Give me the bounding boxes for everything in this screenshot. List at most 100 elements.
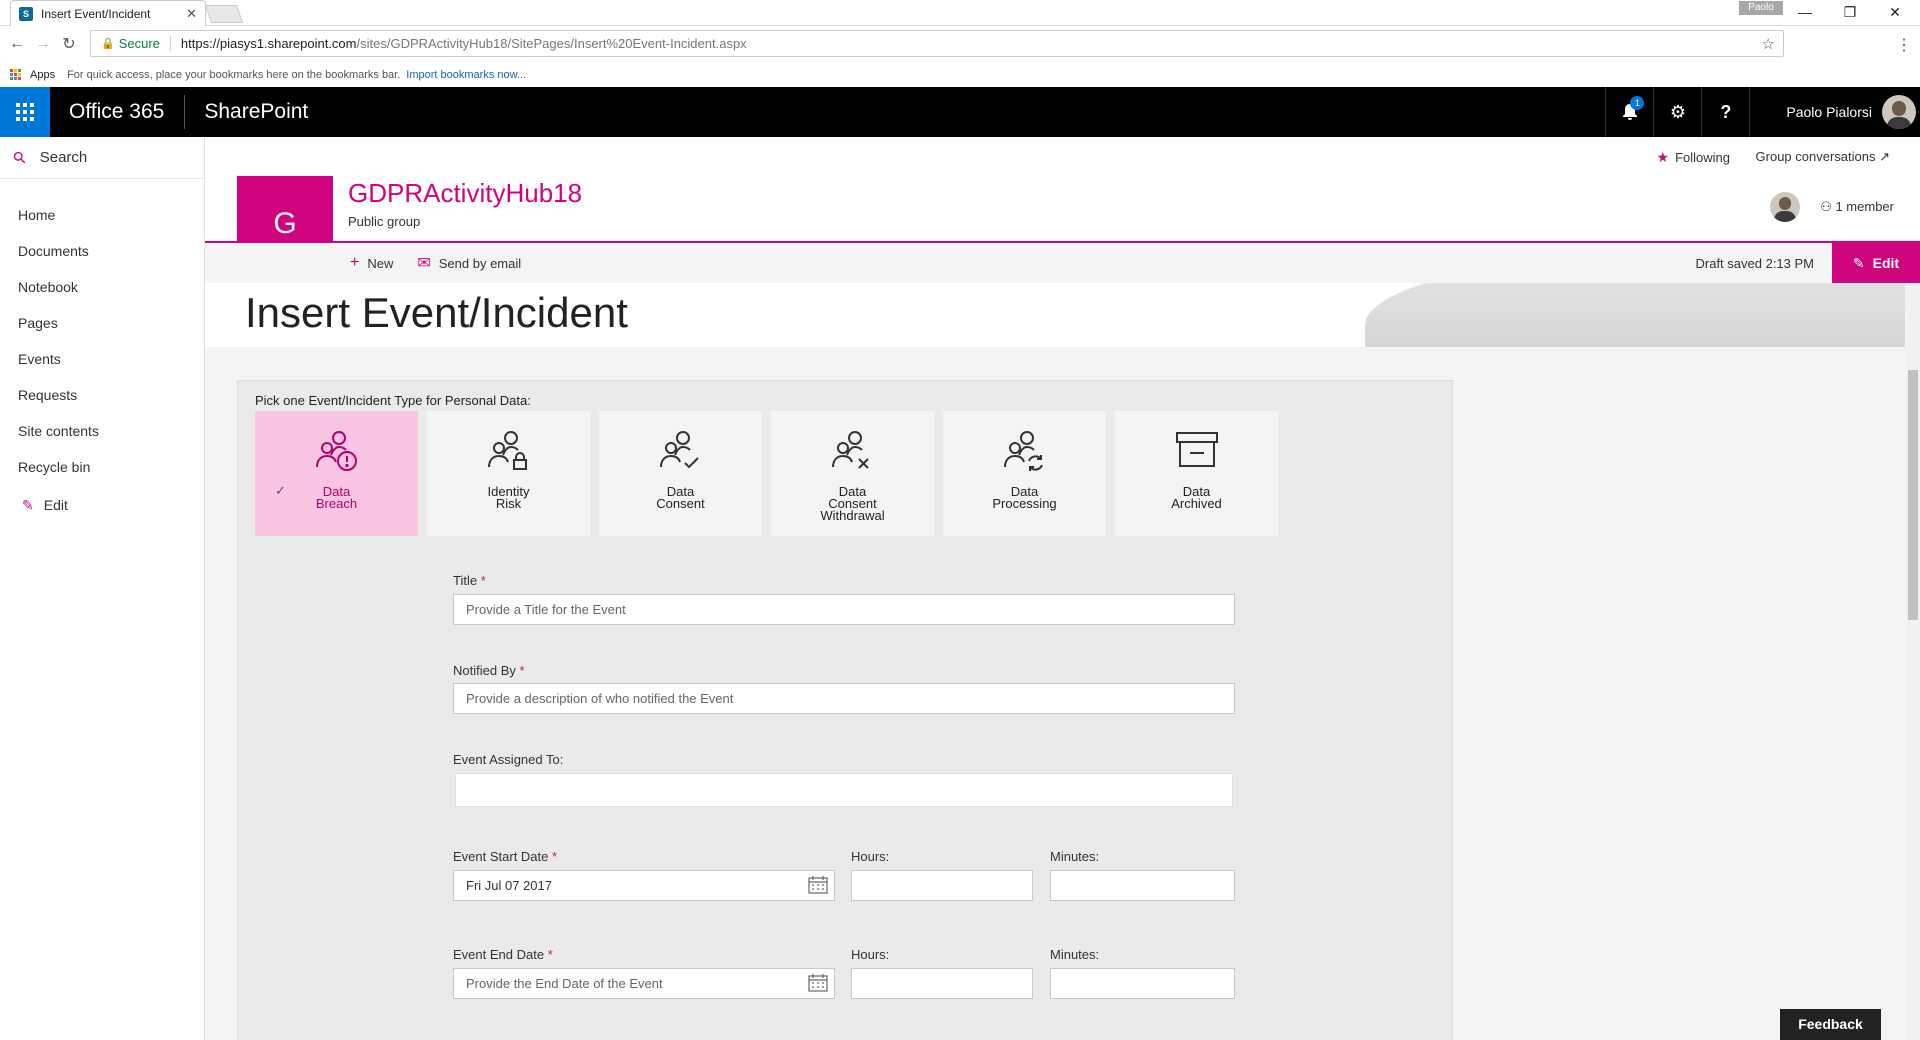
nav-item-documents[interactable]: Documents: [0, 233, 204, 269]
new-tab-button[interactable]: [204, 5, 244, 23]
pencil-icon: ✎: [1852, 254, 1865, 271]
site-header: ★ Following Group conversations ↗ G GDPRA…: [205, 137, 1920, 272]
end-hours-label: Hours:: [851, 947, 890, 962]
browser-tab[interactable]: S Insert Event/Incident ✕: [10, 0, 206, 26]
mail-icon: ✉: [417, 255, 431, 272]
notified-by-input[interactable]: Provide a description of who notified th…: [453, 683, 1235, 714]
help-icon[interactable]: ?: [1701, 87, 1749, 137]
site-title[interactable]: GDPRActivityHub18: [348, 178, 582, 209]
nav-item-site-contents[interactable]: Site contents: [0, 413, 204, 449]
sharepoint-brand[interactable]: SharePoint: [204, 100, 308, 124]
settings-gear-icon[interactable]: ⚙: [1653, 87, 1701, 137]
search-placeholder: Search: [39, 149, 88, 166]
import-bookmarks-link[interactable]: Import bookmarks now...: [406, 69, 526, 81]
nav-item-events[interactable]: Events: [0, 341, 204, 377]
app-launcher-icon[interactable]: [0, 87, 50, 137]
nav-item-notebook[interactable]: Notebook: [0, 269, 204, 305]
type-label: Data Consent: [656, 484, 705, 511]
site-subtitle: Public group: [348, 214, 421, 229]
type-label: Identity Risk: [487, 484, 530, 511]
start-minutes-input[interactable]: [1050, 870, 1235, 901]
page-scrollbar[interactable]: [1906, 283, 1920, 1040]
apps-grid-icon[interactable]: [10, 68, 22, 81]
required-mark: *: [552, 849, 558, 864]
type-label: Data Consent Withdrawal: [820, 484, 885, 523]
type-identity-risk[interactable]: Identity Risk: [427, 411, 590, 536]
window-close-icon[interactable]: ✕: [1880, 2, 1910, 22]
close-tab-icon[interactable]: ✕: [186, 6, 197, 22]
notified-by-label-text: Notified By: [453, 663, 516, 678]
end-date-input[interactable]: Provide the End Date of the Event: [453, 968, 835, 999]
type-data-breach[interactable]: ✓ Data Breach: [255, 411, 418, 536]
edit-page-button[interactable]: ✎ Edit: [1832, 243, 1920, 283]
end-hours-input[interactable]: [851, 968, 1033, 999]
page-title: Insert Event/Incident: [245, 289, 628, 336]
command-bar: + New ✉ Send by email Draft saved 2:13 PM …: [205, 243, 1920, 283]
title-label-text: Title: [453, 573, 478, 588]
browser-menu-icon[interactable]: ⋮: [1896, 35, 1912, 55]
assigned-to-people-picker[interactable]: [455, 773, 1233, 807]
bookmark-star-icon[interactable]: ☆: [1762, 35, 1775, 53]
start-date-label-text: Event Start Date: [453, 849, 549, 864]
start-hours-input[interactable]: [851, 870, 1033, 901]
scrollbar-thumb[interactable]: [1908, 370, 1918, 620]
user-name[interactable]: Paolo Pialorsi: [1749, 87, 1882, 137]
bookmarks-message: For quick access, place your bookmarks h…: [67, 68, 401, 81]
nav-edit-label: Edit: [43, 497, 68, 513]
group-conversations-link[interactable]: Group conversations ↗: [1756, 149, 1890, 165]
send-email-label: Send by email: [438, 255, 522, 271]
follow-button[interactable]: ★ Following: [1657, 149, 1730, 166]
user-avatar[interactable]: [1882, 95, 1916, 129]
start-date-input[interactable]: Fri Jul 07 2017: [453, 870, 835, 901]
new-button[interactable]: + New: [350, 254, 393, 272]
minimize-icon[interactable]: —: [1790, 2, 1820, 22]
feedback-button[interactable]: Feedback: [1780, 1009, 1881, 1040]
send-email-button[interactable]: ✉ Send by email: [417, 253, 521, 273]
notified-by-label: Notified By *: [453, 663, 525, 678]
end-minutes-input[interactable]: [1050, 968, 1235, 999]
url-bar[interactable]: 🔒 Secure https://piasys1.sharepoint.com /…: [90, 30, 1784, 57]
end-date-label: Event End Date *: [453, 947, 553, 962]
restore-icon[interactable]: ❐: [1835, 2, 1865, 22]
calendar-icon[interactable]: [808, 974, 828, 992]
plus-icon: +: [350, 254, 360, 271]
title-input[interactable]: Provide a Title for the Event: [453, 594, 1235, 625]
nav-item-home[interactable]: Home: [0, 197, 204, 233]
profile-chip[interactable]: Paolo: [1739, 1, 1783, 15]
title-background-swoosh: [1365, 283, 1905, 347]
office365-brand[interactable]: Office 365: [69, 95, 186, 129]
nav-item-recycle-bin[interactable]: Recycle bin: [0, 449, 204, 485]
site-area: ★ Following Group conversations ↗ G GDPRA…: [205, 137, 1920, 1040]
nav-item-pages[interactable]: Pages: [0, 305, 204, 341]
event-form: Pick one Event/Incident Type for Persona…: [237, 380, 1453, 1040]
title-label: Title *: [453, 573, 486, 588]
back-icon[interactable]: ←: [4, 35, 30, 53]
type-data-archived[interactable]: Data Archived: [1115, 411, 1278, 536]
members-link[interactable]: ⚇ 1 member: [1820, 199, 1894, 215]
required-mark: *: [547, 947, 553, 962]
apps-link[interactable]: Apps: [30, 69, 55, 81]
type-picker-label: Pick one Event/Incident Type for Persona…: [255, 393, 531, 408]
nav-edit-link[interactable]: ✎ Edit: [0, 487, 204, 523]
member-avatar[interactable]: [1770, 192, 1800, 222]
notifications-bell-icon[interactable]: 1: [1605, 87, 1653, 137]
forward-icon[interactable]: →: [30, 35, 56, 53]
nav-list: Home Documents Notebook Pages Events Req…: [0, 197, 204, 485]
lock-icon: 🔒: [101, 38, 115, 50]
people-x-icon: [830, 429, 876, 478]
type-data-consent[interactable]: Data Consent: [599, 411, 762, 536]
nav-item-requests[interactable]: Requests: [0, 377, 204, 413]
type-data-consent-withdrawal[interactable]: Data Consent Withdrawal: [771, 411, 934, 536]
url-host: https://piasys1.sharepoint.com: [180, 36, 357, 51]
type-label: Data Archived: [1171, 484, 1222, 511]
new-label: New: [367, 255, 394, 271]
start-hours-label: Hours:: [851, 849, 890, 864]
search-box[interactable]: ⚲ Search: [0, 137, 204, 179]
sharepoint-favicon-icon: S: [19, 6, 33, 21]
browser-tabstrip: S Insert Event/Incident ✕ Paolo — ❐ ✕: [0, 0, 1920, 26]
tab-title: Insert Event/Incident: [41, 6, 151, 21]
calendar-icon[interactable]: [808, 876, 828, 894]
people-lock-icon: [486, 429, 532, 478]
type-data-processing[interactable]: Data Processing: [943, 411, 1106, 536]
reload-icon[interactable]: ↻: [56, 34, 82, 54]
